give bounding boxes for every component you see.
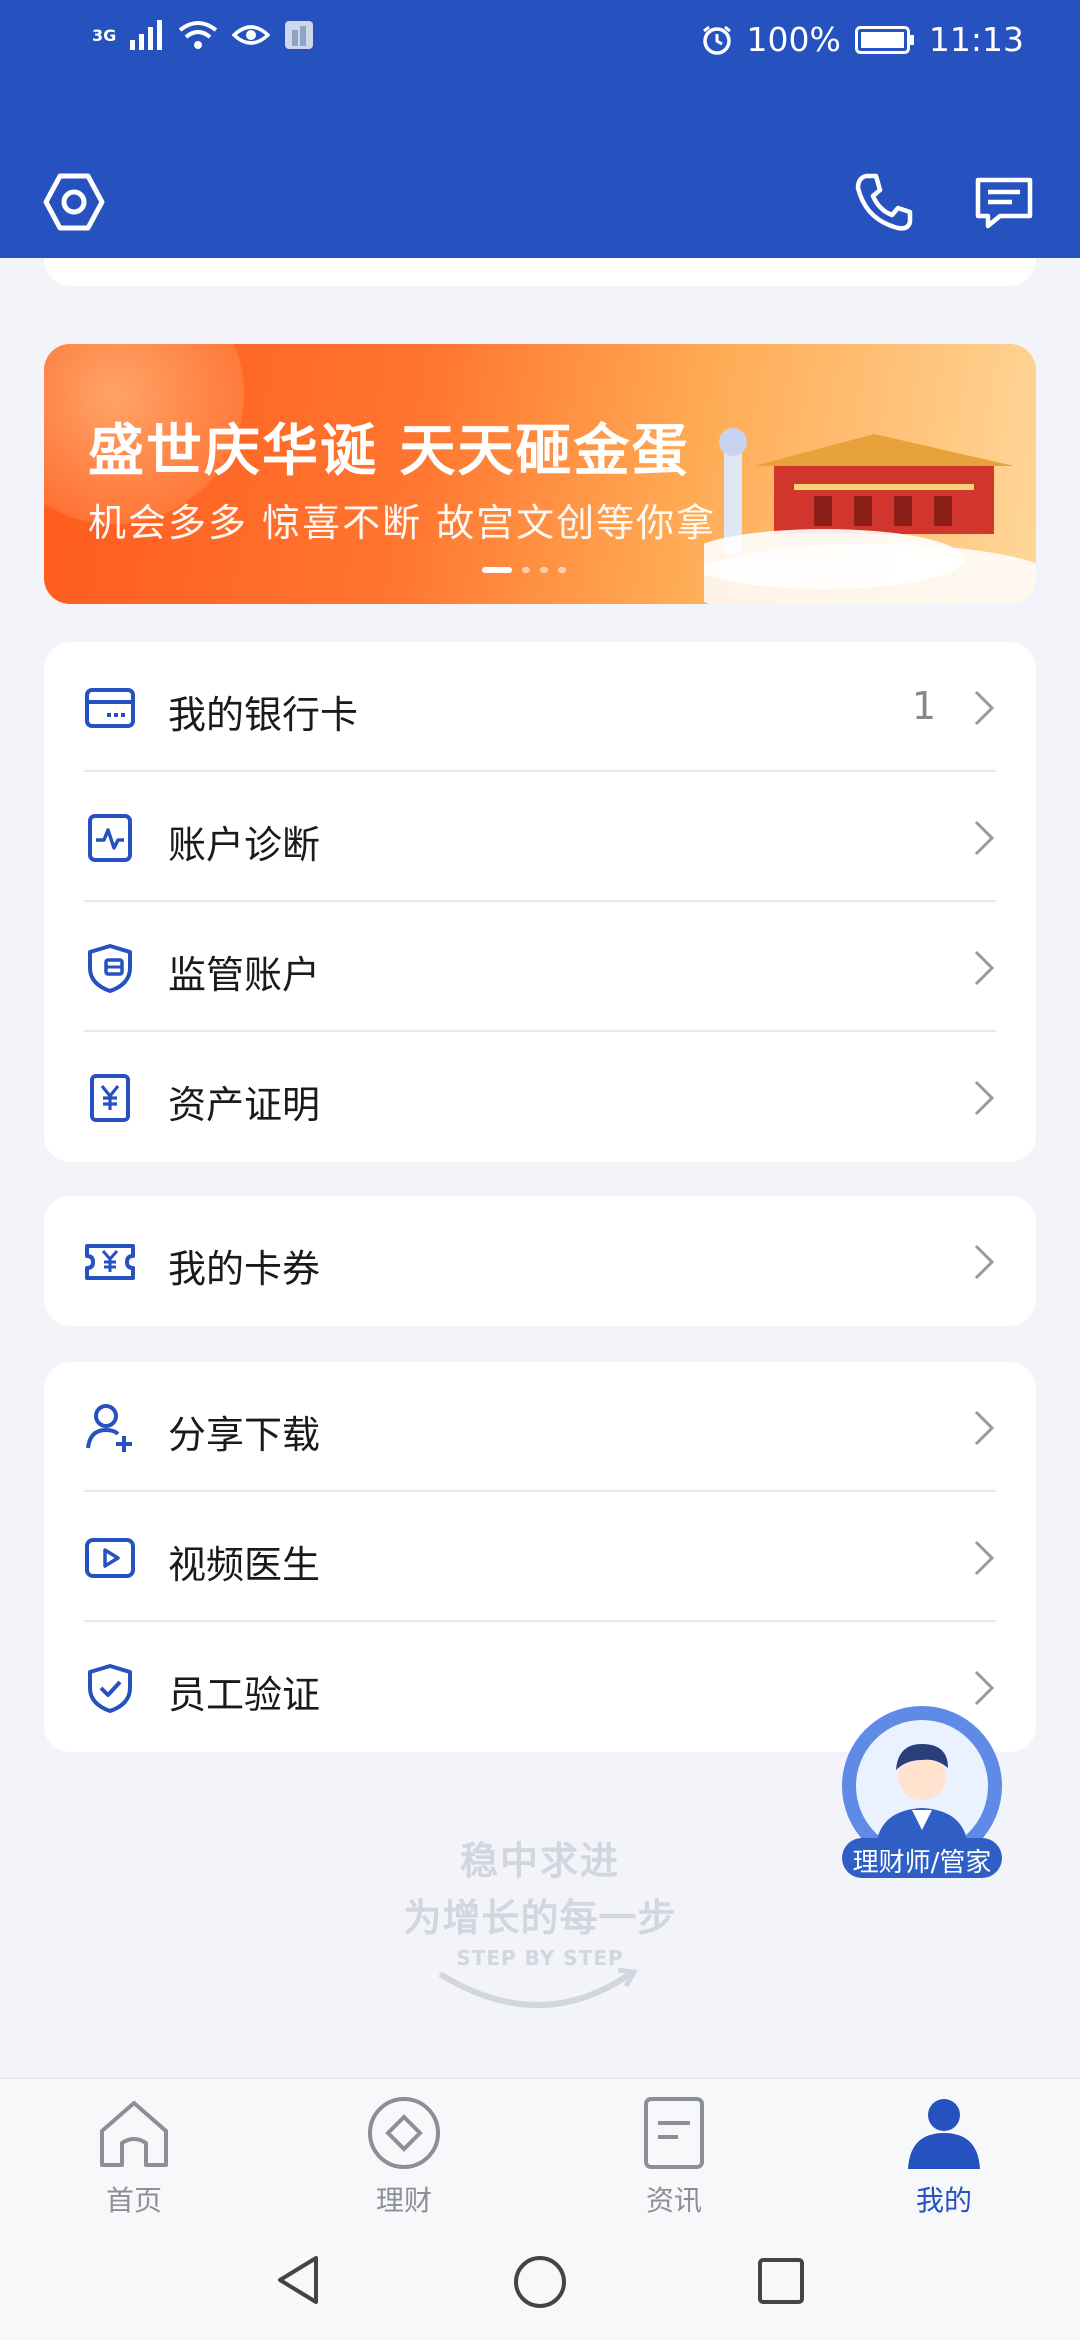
phone-icon[interactable] (852, 170, 916, 234)
menu-item-account-diagnosis[interactable]: 账户诊断 (44, 772, 1036, 902)
tab-label: 理财 (375, 2184, 432, 2217)
menu-card-services: 分享下载 视频医生 员工验证 (44, 1362, 1036, 1752)
menu-label: 监管账户 (168, 953, 321, 997)
menu-card-accounts: 我的银行卡 1 账户诊断 监管账户 资产证明 (44, 642, 1036, 1162)
chevron-right-icon (974, 1670, 995, 1706)
profile-icon (908, 2099, 980, 2169)
supervised-account-icon (88, 944, 132, 993)
tab-label: 我的 (915, 2184, 972, 2217)
news-icon (644, 2097, 704, 2169)
alarm-icon (702, 25, 731, 55)
banner-pagination (482, 567, 566, 573)
chevron-right-icon (974, 690, 995, 726)
promo-banner[interactable]: 盛世庆华诞 天天砸金蛋 机会多多 惊喜不断 故宫文创等你拿 (44, 344, 1036, 604)
chevron-right-icon (974, 1410, 995, 1446)
wifi-icon (179, 21, 218, 49)
tab-label: 资讯 (645, 2184, 702, 2217)
advisor-label: 理财师/管家 (852, 1848, 992, 1878)
menu-label: 我的银行卡 (168, 693, 359, 737)
chevron-right-icon (974, 1540, 995, 1576)
menu-label: 账户诊断 (168, 823, 321, 867)
battery-percent: 100% (746, 20, 841, 59)
menu-label: 资产证明 (168, 1083, 321, 1127)
home-circle-icon[interactable] (512, 2254, 568, 2310)
battery-icon (854, 25, 914, 54)
top-header: 3G 100% 11:13 (0, 0, 1080, 258)
slogan-line-2: 为增长的每一步 (403, 1896, 677, 1940)
tab-profile[interactable]: 我的 (884, 2093, 1004, 2219)
status-bar: 3G 100% 11:13 (0, 0, 1080, 86)
menu-item-asset-certificate[interactable]: 资产证明 (44, 1032, 1036, 1162)
menu-item-supervised-account[interactable]: 监管账户 (44, 902, 1036, 1032)
profile-card-bottom (44, 258, 1036, 286)
chevron-right-icon (974, 820, 995, 856)
back-icon[interactable] (272, 2252, 324, 2308)
network-indicator: 3G (92, 25, 117, 45)
eye-icon (232, 25, 271, 45)
asset-certificate-icon (90, 1074, 130, 1122)
recents-icon[interactable] (756, 2256, 806, 2306)
slogan-line-1: 稳中求进 (459, 1839, 620, 1883)
menu-card-coupons: 我的卡券 (44, 1196, 1036, 1326)
bank-card-count: 1 (911, 684, 936, 728)
banner-title: 盛世庆华诞 天天砸金蛋 (88, 419, 690, 484)
tab-news[interactable]: 资讯 (614, 2093, 734, 2219)
tab-home[interactable]: 首页 (74, 2093, 194, 2219)
bottom-tab-bar: 首页 理财 资讯 我的 (0, 2078, 1080, 2222)
menu-label: 视频医生 (168, 1543, 321, 1587)
menu-item-bank-card[interactable]: 我的银行卡 1 (44, 642, 1036, 772)
bank-card-icon (85, 688, 135, 728)
account-diagnosis-icon (88, 814, 132, 862)
menu-label: 分享下载 (168, 1413, 321, 1457)
wealth-icon (368, 2097, 440, 2169)
menu-label: 我的卡券 (168, 1247, 321, 1291)
palace-illustration (704, 428, 1036, 604)
home-icon (100, 2101, 168, 2167)
video-doctor-icon (85, 1538, 135, 1578)
advisor-float-button[interactable]: 理财师/管家 (836, 1706, 1008, 1878)
app-notification-icon (285, 21, 314, 49)
slogan-watermark: 稳中求进 为增长的每一步 STEP BY STEP (360, 1830, 720, 2010)
system-nav-bar (0, 2222, 1080, 2340)
employee-verify-icon (88, 1664, 132, 1713)
message-icon[interactable] (972, 170, 1036, 234)
slogan-line-3: STEP BY STEP (456, 1946, 624, 1970)
menu-item-video-doctor[interactable]: 视频医生 (44, 1492, 1036, 1622)
tab-wealth[interactable]: 理财 (344, 2093, 464, 2219)
banner-subtitle: 机会多多 惊喜不断 故宫文创等你拿 (88, 501, 717, 545)
slogan-arc (438, 1967, 639, 2008)
chevron-right-icon (974, 1244, 995, 1280)
menu-item-share-download[interactable]: 分享下载 (44, 1362, 1036, 1492)
clock: 11:13 (928, 20, 1024, 59)
tab-label: 首页 (105, 2184, 162, 2217)
settings-hexagon-icon[interactable] (42, 170, 106, 234)
coupon-icon (85, 1244, 135, 1280)
chevron-right-icon (974, 1080, 995, 1116)
share-user-icon (86, 1404, 132, 1452)
chevron-right-icon (974, 950, 995, 986)
signal-icon (130, 20, 163, 50)
menu-label: 员工验证 (168, 1673, 321, 1717)
menu-item-coupons[interactable]: 我的卡券 (44, 1196, 1036, 1326)
